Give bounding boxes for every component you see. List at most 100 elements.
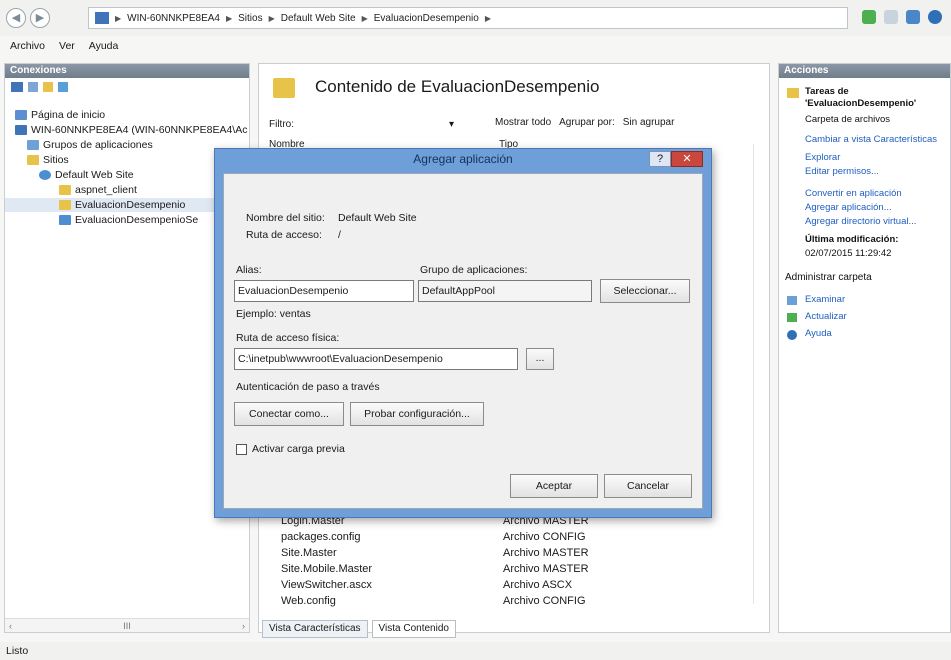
refresh-icon[interactable] [862,10,876,24]
physical-path-label: Ruta de acceso física: [236,332,340,344]
browse-icon [787,296,797,305]
menu-ayuda[interactable]: Ayuda [89,40,119,52]
add-application-dialog: Agregar aplicación ? ✕ Nombre del sitio:… [214,148,712,518]
show-all-button[interactable]: Mostrar todo [495,117,551,128]
ok-button[interactable]: Aceptar [510,474,598,498]
close-button[interactable]: ✕ [671,151,703,167]
menu-bar: Archivo Ver Ayuda [0,36,951,56]
home-icon[interactable] [906,10,920,24]
app-pool-icon [27,140,39,151]
folder-icon [273,78,295,98]
switch-features-link[interactable]: Cambiar a vista Características [805,134,937,145]
breadcrumb[interactable]: ▶ WIN-60NNKPE8EA4 ▶ Sitios ▶ Default Web… [88,7,848,29]
folder-icon [59,185,71,196]
tab-content-view[interactable]: Vista Contenido [371,620,456,638]
connections-title: Conexiones [5,64,249,78]
test-settings-button[interactable]: Probar configuración... [350,402,484,426]
stop-icon[interactable] [884,10,898,24]
chevron-right-icon: ▶ [484,13,491,23]
tree-item-sites[interactable]: Sitios [5,153,249,167]
path-value: / [338,229,341,241]
physical-path-input[interactable]: C:\inetpub\wwwroot\EvaluacionDesempenio [234,348,518,370]
folder-icon[interactable] [43,82,53,92]
tab-features-view[interactable]: Vista Características [262,620,368,638]
cancel-button[interactable]: Cancelar [604,474,692,498]
tree-item-evaluacion[interactable]: EvaluacionDesempenio [5,198,249,212]
help-icon[interactable] [928,10,942,24]
chevron-right-icon: ▶ [225,13,233,23]
chevron-right-icon: ▶ [115,13,122,23]
menu-archivo[interactable]: Archivo [10,40,45,52]
connect-as-button[interactable]: Conectar como... [234,402,344,426]
last-modified-label: Última modificación: [805,234,899,245]
chevron-right-icon: ▶ [361,13,368,23]
tree-item-start[interactable]: Página de inicio [5,108,249,122]
address-bar: ◀ ▶ ▶ WIN-60NNKPE8EA4 ▶ Sitios ▶ Default… [0,0,951,36]
help-button[interactable]: ? [649,151,671,167]
scroll-left-icon[interactable]: ‹ [9,619,12,633]
actions-pane: Acciones Tareas de 'EvaluacionDesempenio… [778,63,951,633]
group-by-label: Agrupar por: [559,117,615,128]
site-name-value: Default Web Site [338,212,417,224]
forward-button[interactable]: ▶ [30,8,50,28]
add-virtual-directory-link[interactable]: Agregar directorio virtual... [805,216,916,227]
tree-item-evaluacion-se[interactable]: EvaluacionDesempenioSe [5,213,249,227]
help-icon [787,330,797,340]
server-icon [95,12,109,24]
preload-label: Activar carga previa [252,443,345,455]
refresh-icon [787,313,797,322]
tree-item-aspnet[interactable]: aspnet_client [5,183,249,197]
back-button[interactable]: ◀ [6,8,26,28]
list-item[interactable]: packages.config Archivo CONFIG [271,531,751,545]
add-application-link[interactable]: Agregar aplicación... [805,202,892,213]
menu-ver[interactable]: Ver [59,40,75,52]
folder-icon [59,200,71,211]
example-text: Ejemplo: ventas [236,308,311,320]
filter-label: Filtro: [269,119,294,130]
filter-go-icon[interactable]: ▾ [449,119,454,130]
save-icon[interactable] [28,82,38,92]
group-by-select[interactable]: Sin agrupar [623,117,675,128]
application-icon [59,215,71,226]
breadcrumb-item[interactable]: WIN-60NNKPE8EA4 [127,13,220,24]
page-title: Contenido de EvaluacionDesempenio [315,77,600,96]
list-item[interactable]: Site.Mobile.Master Archivo MASTER [271,563,751,577]
breadcrumb-item[interactable]: EvaluacionDesempenio [374,13,479,24]
server-icon [15,125,27,136]
globe-icon [39,170,51,181]
horizontal-scrollbar[interactable]: ‹ III › [5,618,249,632]
browse-link[interactable]: Examinar [805,294,845,305]
tree-item-server[interactable]: WIN-60NNKPE8EA4 (WIN-60NNKPE8EA4\Ac [5,123,249,137]
select-button[interactable]: Seleccionar... [600,279,690,303]
explore-link[interactable]: Explorar [805,152,840,163]
edit-permissions-link[interactable]: Editar permisos... [805,166,879,177]
convert-application-link[interactable]: Convertir en aplicación [805,188,902,199]
list-item[interactable]: Web.config Archivo CONFIG [271,595,751,607]
auth-label: Autenticación de paso a través [236,381,380,393]
dialog-title: Agregar aplicación [413,152,513,166]
list-item[interactable]: Site.Master Archivo MASTER [271,547,751,561]
help-link[interactable]: Ayuda [805,328,832,339]
alias-input[interactable]: EvaluacionDesempenio [234,280,414,302]
last-modified-value: 02/07/2015 11:29:42 [805,248,892,259]
app-pool-label: Grupo de aplicaciones: [420,264,528,276]
breadcrumb-item[interactable]: Default Web Site [281,13,356,24]
actions-title: Acciones [779,64,950,78]
manage-folder-heading[interactable]: Administrar carpeta [785,272,872,283]
connect-icon[interactable] [11,82,23,92]
tree-item-app-pools[interactable]: Grupos de aplicaciones [5,138,249,152]
scroll-right-icon[interactable]: › [242,619,245,633]
connect-site-icon[interactable] [58,82,68,92]
home-icon [15,110,27,121]
breadcrumb-item[interactable]: Sitios [238,13,262,24]
task-title: Tareas de 'EvaluacionDesempenio' [805,86,917,109]
list-item[interactable]: ViewSwitcher.ascx Archivo ASCX [271,579,751,593]
tree-item-default-site[interactable]: Default Web Site [5,168,249,182]
site-name-label: Nombre del sitio: [246,212,325,224]
browse-button[interactable]: ... [526,348,554,370]
vertical-scrollbar[interactable] [753,144,763,604]
filter-toolbar: Mostrar todo Agrupar por: Sin agrupar [495,117,674,128]
dialog-body: Nombre del sitio: Default Web Site Ruta … [223,173,703,509]
refresh-link[interactable]: Actualizar [805,311,847,322]
preload-checkbox[interactable] [236,444,247,455]
